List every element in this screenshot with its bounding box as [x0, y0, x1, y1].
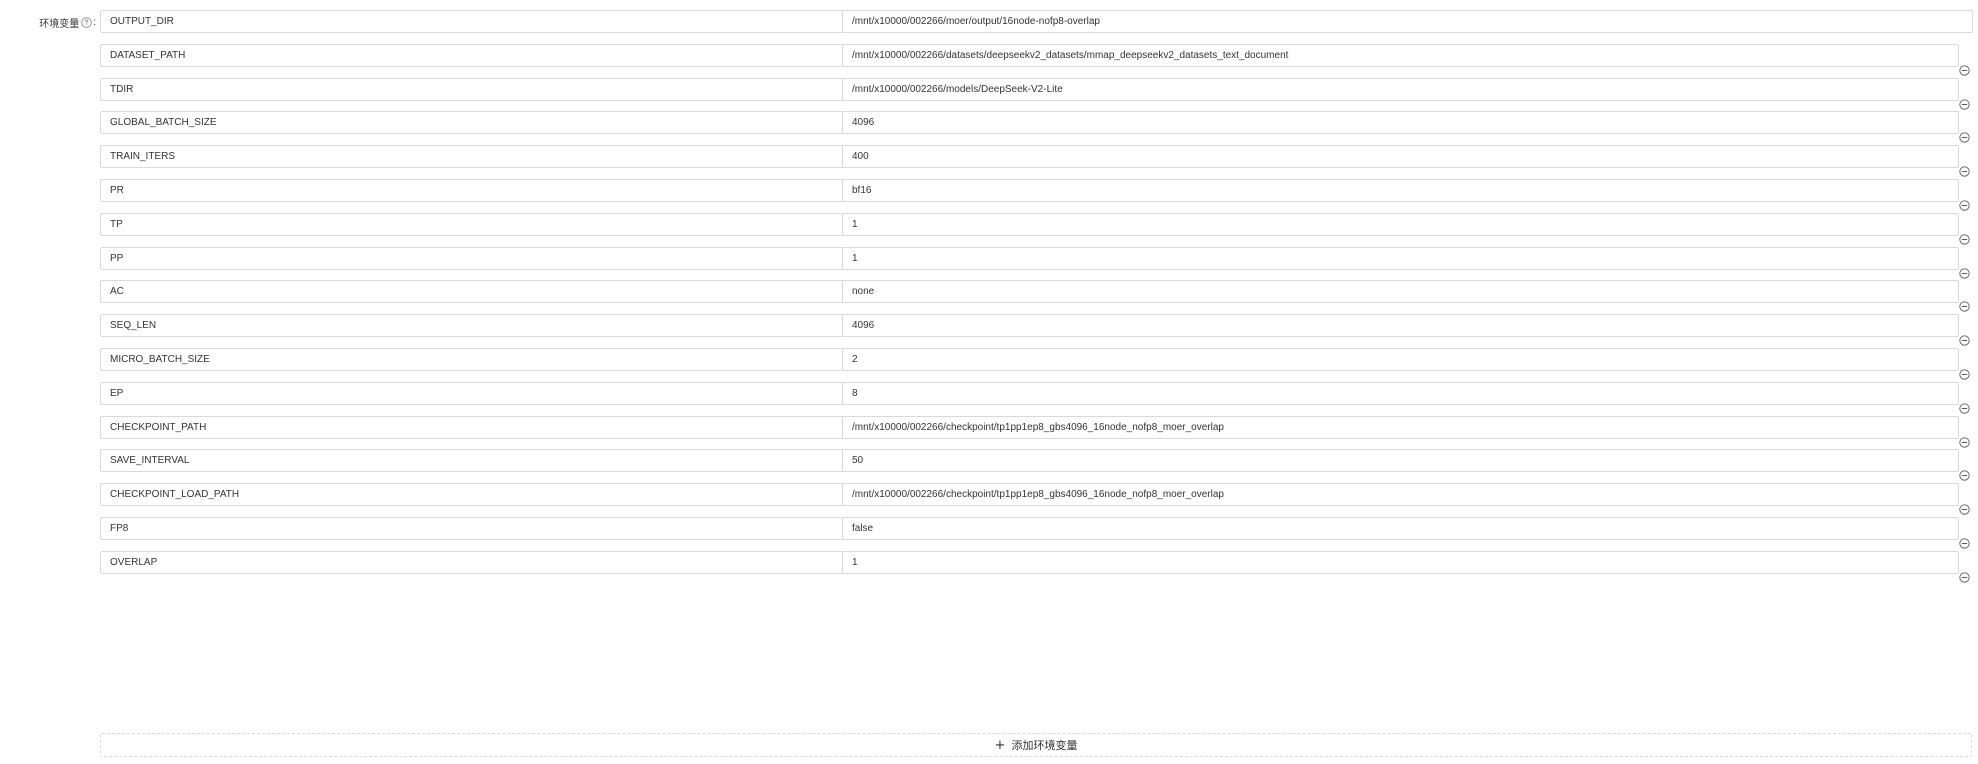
env-var-value-input[interactable]: 4096 — [842, 314, 1959, 337]
env-var-key-input[interactable]: SEQ_LEN — [100, 314, 843, 337]
minus-circle-icon[interactable] — [1957, 130, 1971, 144]
env-var-row: PP 1 — [100, 247, 1975, 279]
env-var-value-input[interactable]: 50 — [842, 449, 1959, 472]
env-var-value-input[interactable]: 1 — [842, 247, 1959, 270]
minus-circle-icon[interactable] — [1957, 299, 1971, 313]
env-var-value-input[interactable]: false — [842, 517, 1959, 540]
env-var-row: SAVE_INTERVAL 50 — [100, 449, 1975, 481]
env-var-row: OUTPUT_DIR/mnt/x10000/002266/moer/output… — [100, 10, 1975, 35]
env-var-value-input[interactable]: 1 — [842, 551, 1959, 574]
env-var-list: OUTPUT_DIR/mnt/x10000/002266/moer/output… — [0, 0, 1978, 764]
add-env-var-button[interactable]: + 添加环境变量 — [100, 733, 1972, 757]
env-var-value-input[interactable]: 4096 — [842, 111, 1959, 134]
env-var-value-input[interactable]: /mnt/x10000/002266/datasets/deepseekv2_d… — [842, 44, 1959, 67]
plus-icon: + — [994, 737, 1006, 753]
env-var-value-input[interactable]: /mnt/x10000/002266/checkpoint/tp1pp1ep8_… — [842, 416, 1959, 439]
minus-circle-icon[interactable] — [1957, 198, 1971, 212]
minus-circle-icon[interactable] — [1957, 232, 1971, 246]
env-var-row: CHECKPOINT_PATH/mnt/x10000/002266/checkp… — [100, 416, 1975, 448]
env-var-row: OVERLAP 1 — [100, 551, 1975, 583]
env-var-key-input[interactable]: CHECKPOINT_LOAD_PATH — [100, 483, 843, 506]
env-var-value-input[interactable]: /mnt/x10000/002266/moer/output/16node-no… — [842, 10, 1973, 33]
env-var-key-input[interactable]: EP — [100, 382, 843, 405]
env-var-value-input[interactable]: 1 — [842, 213, 1959, 236]
env-var-key-input[interactable]: SAVE_INTERVAL — [100, 449, 843, 472]
env-var-key-input[interactable]: OVERLAP — [100, 551, 843, 574]
minus-circle-icon[interactable] — [1957, 63, 1971, 77]
env-var-value-input[interactable]: /mnt/x10000/002266/models/DeepSeek-V2-Li… — [842, 78, 1959, 101]
minus-circle-icon[interactable] — [1957, 97, 1971, 111]
env-var-row: TDIR/mnt/x10000/002266/models/DeepSeek-V… — [100, 78, 1975, 110]
minus-circle-icon[interactable] — [1957, 435, 1971, 449]
env-var-row: TP 1 — [100, 213, 1975, 245]
env-var-key-input[interactable]: PR — [100, 179, 843, 202]
minus-circle-icon[interactable] — [1957, 367, 1971, 381]
minus-circle-icon[interactable] — [1957, 468, 1971, 482]
env-var-key-input[interactable]: TP — [100, 213, 843, 236]
env-var-value-input[interactable]: 400 — [842, 145, 1959, 168]
minus-circle-icon[interactable] — [1957, 266, 1971, 280]
minus-circle-icon[interactable] — [1957, 401, 1971, 415]
env-var-value-input[interactable]: /mnt/x10000/002266/checkpoint/tp1pp1ep8_… — [842, 483, 1959, 506]
minus-circle-icon[interactable] — [1957, 164, 1971, 178]
env-var-row: EP 8 — [100, 382, 1975, 414]
env-var-row: SEQ_LEN 4096 — [100, 314, 1975, 346]
env-var-value-input[interactable]: 2 — [842, 348, 1959, 371]
env-var-row: FP8 false — [100, 517, 1975, 549]
env-var-row: TRAIN_ITERS 400 — [100, 145, 1975, 177]
minus-circle-icon[interactable] — [1957, 536, 1971, 550]
env-var-value-input[interactable]: bf16 — [842, 179, 1959, 202]
env-var-key-input[interactable]: OUTPUT_DIR — [100, 10, 843, 33]
env-var-key-input[interactable]: AC — [100, 280, 843, 303]
env-var-row: MICRO_BATCH_SIZE 2 — [100, 348, 1975, 380]
env-var-row: GLOBAL_BATCH_SIZE 4096 — [100, 111, 1975, 143]
env-var-row: AC none — [100, 280, 1975, 312]
env-var-row: PR bf16 — [100, 179, 1975, 211]
env-var-key-input[interactable]: DATASET_PATH — [100, 44, 843, 67]
minus-circle-icon[interactable] — [1957, 502, 1971, 516]
env-var-key-input[interactable]: MICRO_BATCH_SIZE — [100, 348, 843, 371]
env-var-key-input[interactable]: CHECKPOINT_PATH — [100, 416, 843, 439]
env-var-row: DATASET_PATH/mnt/x10000/002266/datasets/… — [100, 44, 1975, 76]
minus-circle-icon[interactable] — [1957, 333, 1971, 347]
env-var-key-input[interactable]: FP8 — [100, 517, 843, 540]
env-var-row: CHECKPOINT_LOAD_PATH/mnt/x10000/002266/c… — [100, 483, 1975, 515]
env-var-key-input[interactable]: PP — [100, 247, 843, 270]
env-var-key-input[interactable]: TRAIN_ITERS — [100, 145, 843, 168]
env-var-key-input[interactable]: TDIR — [100, 78, 843, 101]
env-var-key-input[interactable]: GLOBAL_BATCH_SIZE — [100, 111, 843, 134]
env-var-value-input[interactable]: none — [842, 280, 1959, 303]
add-env-var-label: 添加环境变量 — [1011, 739, 1078, 752]
env-var-value-input[interactable]: 8 — [842, 382, 1959, 405]
minus-circle-icon[interactable] — [1957, 570, 1971, 584]
